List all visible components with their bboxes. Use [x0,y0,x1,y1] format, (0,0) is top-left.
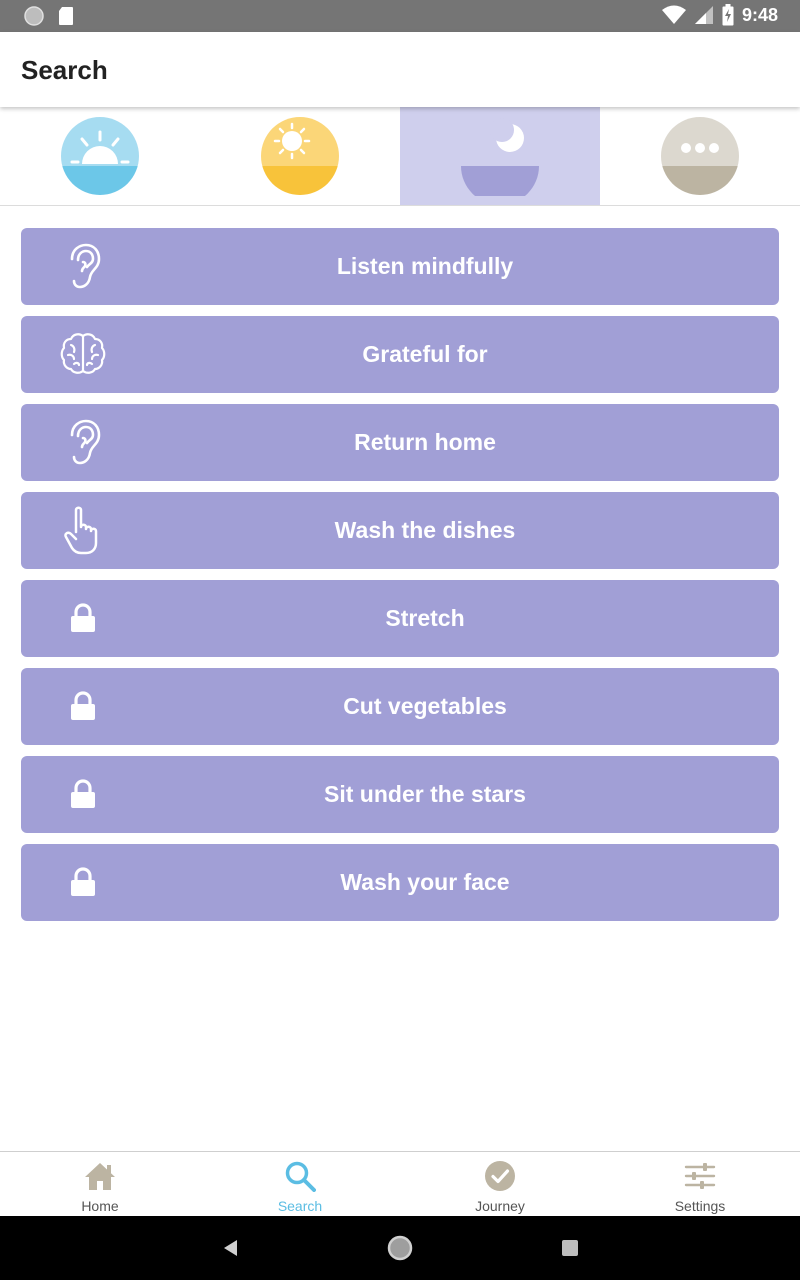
tab-evening[interactable] [400,107,600,205]
app-bar: Search [0,32,800,107]
nav-home[interactable]: Home [0,1152,200,1217]
nav-settings[interactable]: Settings [600,1152,800,1217]
list-item[interactable]: Cut vegetables [21,668,779,745]
sunrise-icon [61,117,139,195]
sd-card-icon [59,7,73,25]
nav-settings-label: Settings [674,1198,726,1214]
nav-home-label: Home [81,1198,119,1214]
status-time: 9:48 [741,4,778,25]
list-item-label: Grateful for [362,341,488,367]
tab-day[interactable] [200,107,400,205]
list-item-label: Stretch [385,605,465,631]
back-button[interactable] [214,1232,246,1264]
circle-notification-icon [24,6,44,26]
nav-search-label: Search [277,1198,323,1214]
search-icon [285,1161,316,1192]
list-item[interactable]: Grateful for [21,316,779,393]
wifi-icon [661,5,686,24]
activity-list: Listen mindfully Grateful for Return hom… [21,228,779,932]
back-icon [224,1240,237,1256]
nav-journey-label: Journey [475,1198,525,1214]
check-circle-icon [485,1161,515,1191]
tab-more[interactable] [600,107,800,205]
more-icon [661,117,739,195]
nav-search[interactable]: Search [200,1152,400,1217]
sun-icon [261,117,339,195]
list-item-label: Cut vegetables [343,693,507,719]
category-tabs [0,107,800,206]
list-item-label: Return home [354,429,496,455]
list-item[interactable]: Listen mindfully [21,228,779,305]
sliders-icon [684,1163,716,1189]
cell-signal-icon [694,6,713,24]
battery-charging-icon [722,4,734,26]
recents-icon [562,1240,578,1256]
nav-journey[interactable]: Journey [400,1152,600,1217]
system-nav-bar [0,1216,800,1280]
list-item-label: Wash your face [340,869,510,895]
list-item-label: Sit under the stars [324,781,526,807]
list-item-label: Listen mindfully [336,253,514,279]
home-system-button[interactable] [384,1232,416,1264]
home-circle-icon [387,1235,413,1261]
list-item[interactable]: Sit under the stars [21,756,779,833]
list-item-label: Wash the dishes [334,517,516,543]
home-icon [85,1163,115,1190]
tab-morning[interactable] [0,107,200,205]
list-item[interactable]: Wash your face [21,844,779,921]
list-item[interactable]: Wash the dishes [21,492,779,569]
bottom-nav: Home Search Journey Settings [0,1151,800,1216]
status-bar: 9:48 [0,0,800,32]
recents-button[interactable] [554,1232,586,1264]
page-title: Search [21,55,108,85]
moon-icon [461,118,539,196]
list-item[interactable]: Stretch [21,580,779,657]
list-item[interactable]: Return home [21,404,779,481]
